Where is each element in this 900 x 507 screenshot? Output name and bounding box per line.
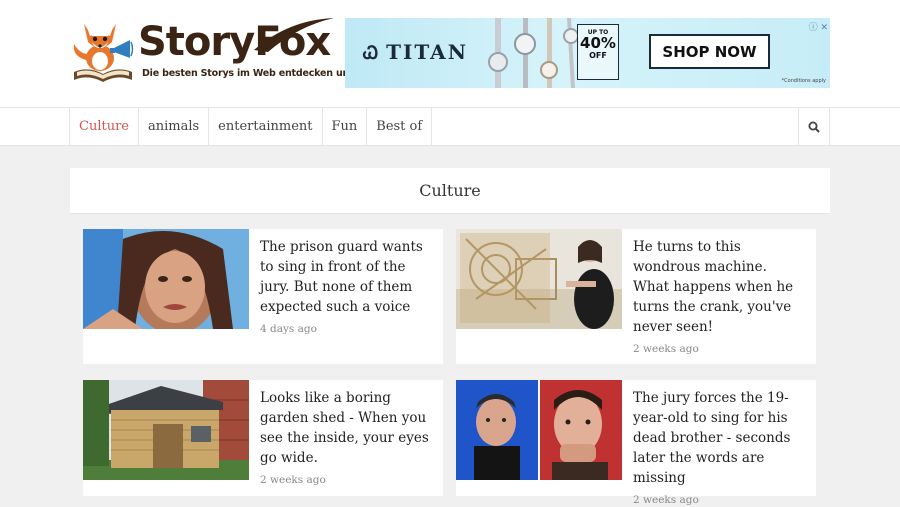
- article-thumbnail[interactable]: [83, 229, 249, 329]
- article-date: 2 weeks ago: [633, 343, 699, 355]
- ad-brand: Ꮗ TITAN: [363, 40, 468, 64]
- article-date: 4 days ago: [260, 323, 317, 335]
- nav-item-culture[interactable]: Culture: [69, 108, 139, 145]
- shop-now-button[interactable]: SHOP NOW: [649, 34, 770, 69]
- article-title[interactable]: The jury forces the 19-year-old to sing …: [633, 388, 803, 488]
- article-thumbnail[interactable]: [456, 380, 622, 480]
- ad-offer-off: OFF: [589, 51, 607, 60]
- section-title: Culture: [70, 168, 830, 214]
- ad-brand-text: TITAN: [386, 40, 468, 64]
- nav-item-fun[interactable]: Fun: [323, 108, 368, 145]
- article-date: 2 weeks ago: [260, 474, 326, 486]
- ad-choices-icon[interactable]: ⓘ ✕: [809, 20, 828, 33]
- nav-item-entertainment[interactable]: entertainment: [209, 108, 323, 145]
- ad-offer-badge: UP TO 40% OFF: [577, 24, 619, 80]
- nav-item-best-of[interactable]: Best of: [367, 108, 433, 145]
- article-title[interactable]: The prison guard wants to sing in front …: [260, 237, 430, 317]
- titan-logo-icon: Ꮗ: [363, 43, 381, 64]
- fox-mascot-icon: [73, 24, 134, 82]
- site-logo[interactable]: StoryFox Die besten Storys im Web entdec…: [70, 10, 392, 88]
- article-date: 2 weeks ago: [633, 494, 699, 506]
- article-card[interactable]: The jury forces the 19-year-old to sing …: [456, 380, 816, 506]
- main-navigation: Culture animals entertainment Fun Best o…: [0, 107, 900, 146]
- site-header: StoryFox Die besten Storys im Web entdec…: [0, 0, 900, 107]
- article-grid: The prison guard wants to sing in front …: [70, 214, 830, 507]
- ad-conditions: *Conditions apply: [781, 78, 826, 84]
- article-card[interactable]: Looks like a boring garden shed - When y…: [83, 380, 443, 496]
- article-card[interactable]: He turns to this wondrous machine. What …: [456, 229, 816, 364]
- watches-image: [488, 18, 579, 88]
- nav-item-animals[interactable]: animals: [139, 108, 210, 145]
- article-thumbnail[interactable]: [456, 229, 622, 329]
- ad-offer-percent: 40%: [580, 34, 616, 52]
- article-thumbnail[interactable]: [83, 380, 249, 480]
- search-icon: [808, 121, 820, 133]
- banner-ad[interactable]: Ꮗ TITAN UP TO 40% OFF SHOP NOW *Condition…: [345, 18, 830, 88]
- article-title[interactable]: Looks like a boring garden shed - When y…: [260, 388, 430, 468]
- article-card[interactable]: The prison guard wants to sing in front …: [83, 229, 443, 364]
- search-button[interactable]: [798, 108, 830, 145]
- logo-swoosh: [254, 18, 334, 52]
- article-title[interactable]: He turns to this wondrous machine. What …: [633, 237, 803, 337]
